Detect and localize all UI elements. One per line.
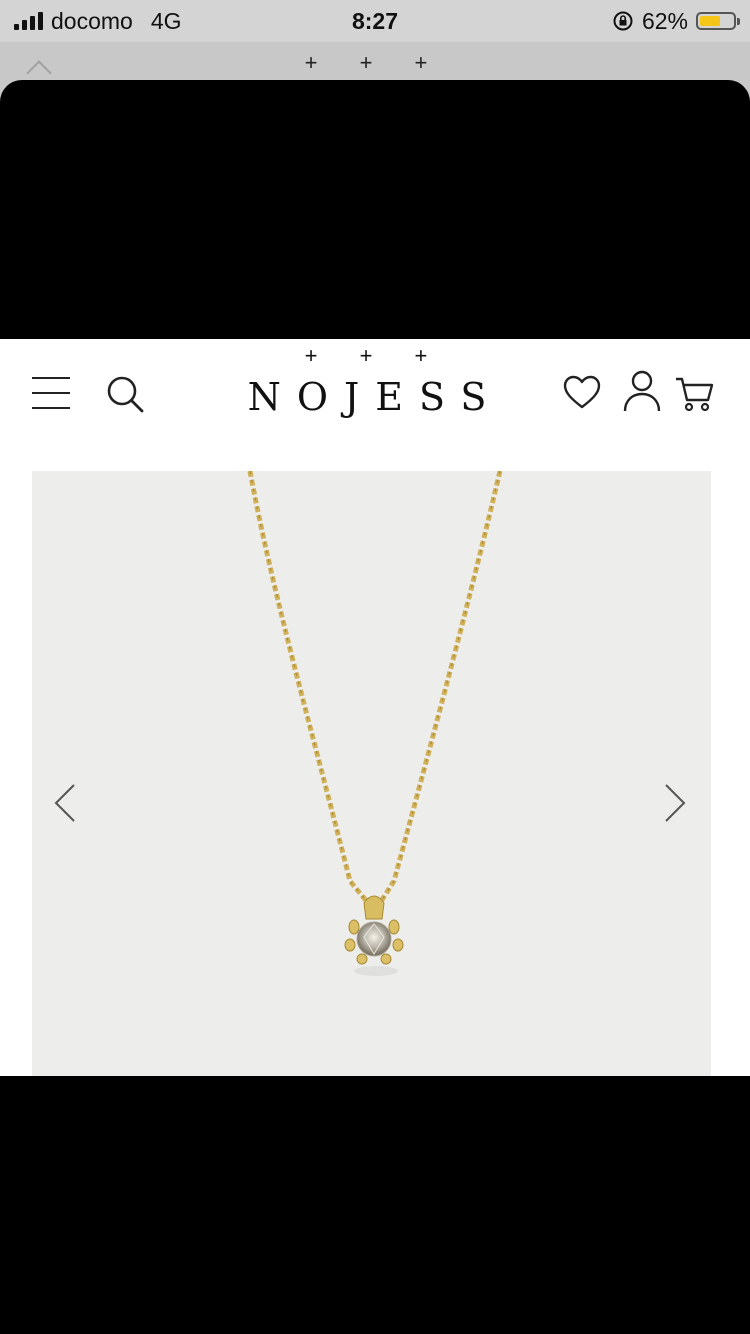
battery-percent: 62% bbox=[641, 7, 688, 34]
signal-icon bbox=[14, 12, 43, 30]
menu-icon[interactable] bbox=[32, 377, 70, 411]
video-letterbox-bottom bbox=[0, 1076, 750, 1334]
status-bar: docomo 4G 8:27 62% bbox=[0, 0, 750, 42]
status-time: 8:27 bbox=[351, 7, 399, 34]
network-type: 4G bbox=[150, 7, 182, 34]
search-icon[interactable] bbox=[104, 373, 146, 415]
site-header: NOJESS bbox=[0, 365, 750, 425]
battery-icon bbox=[696, 12, 740, 30]
chevron-right-icon[interactable] bbox=[660, 781, 690, 825]
brand-mark: + + + bbox=[304, 50, 446, 75]
chevron-left-icon[interactable] bbox=[50, 781, 80, 825]
carrier-name: docomo bbox=[51, 7, 133, 34]
cart-icon[interactable] bbox=[674, 373, 716, 415]
site-logo[interactable]: NOJESS bbox=[200, 375, 550, 419]
rotation-lock-icon bbox=[613, 11, 633, 31]
status-left: docomo 4G bbox=[14, 8, 274, 35]
status-right: 62% bbox=[476, 7, 740, 35]
user-icon[interactable] bbox=[622, 369, 662, 413]
video-letterbox-top bbox=[0, 80, 750, 339]
heart-icon[interactable] bbox=[562, 373, 602, 413]
battery-fill bbox=[700, 16, 720, 26]
product-image bbox=[247, 471, 503, 976]
web-page: + + + NOJESS bbox=[0, 339, 750, 1076]
product-image-carousel[interactable] bbox=[32, 471, 711, 1076]
